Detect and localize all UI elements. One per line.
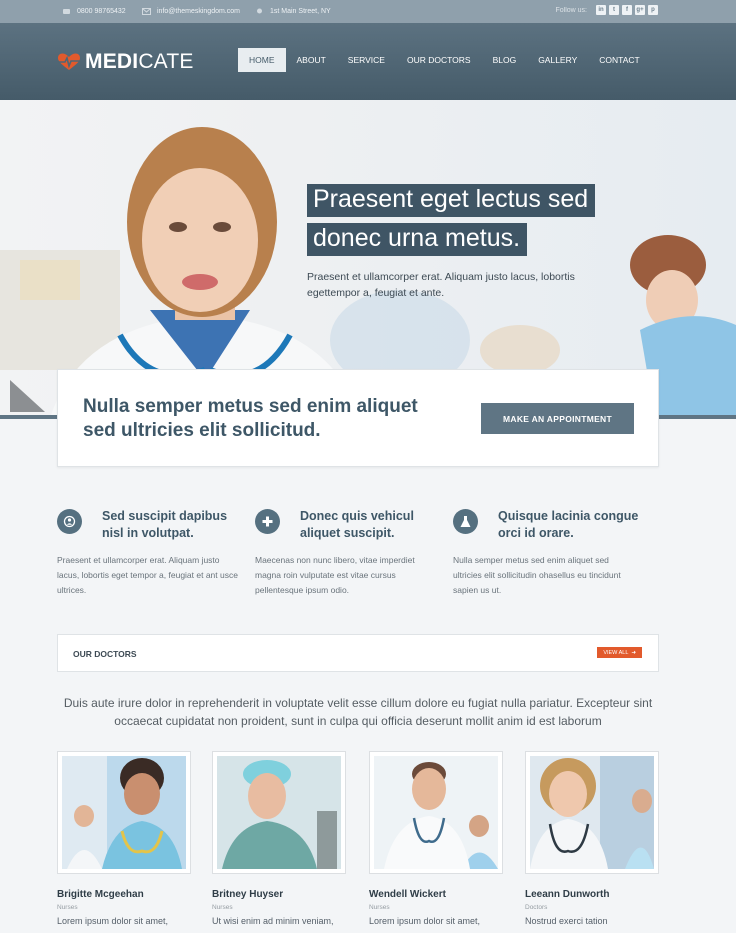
user-icon — [57, 509, 82, 534]
doctor-card[interactable]: Wendell Wickert Nurses Lorem ipsum dolor… — [369, 751, 503, 926]
social-links: Follow us: in t f g+ p — [555, 5, 658, 15]
doctor-role: Nurses — [57, 904, 78, 911]
doctor-photo — [530, 756, 654, 869]
doctor-photo — [374, 756, 498, 869]
nav-home[interactable]: HOME — [238, 48, 286, 72]
feature-text: Maecenas non nunc libero, vitae imperdie… — [255, 555, 415, 595]
doctor-description: Lorem ipsum dolor sit amet, — [369, 916, 481, 926]
doctor-photo-frame — [57, 751, 191, 874]
linkedin-icon[interactable]: in — [596, 5, 606, 15]
appointment-box: Nulla semper metus sed enim aliquet sed … — [57, 369, 659, 467]
appointment-text: Nulla semper metus sed enim aliquet sed … — [83, 396, 418, 441]
feature-title: Donec quis vehicul aliquet suscipit. — [300, 509, 414, 540]
feature-title: Sed suscipit dapibus nisl in volutpat. — [102, 509, 228, 540]
googleplus-icon[interactable]: g+ — [635, 5, 645, 15]
address-info: 1st Main Street, NY — [255, 8, 331, 15]
phone-icon — [62, 8, 71, 15]
flask-icon — [453, 509, 478, 534]
hero-title: Praesent eget lectus sed donec urna metu… — [307, 184, 596, 262]
section-title: OUR DOCTORS — [73, 649, 137, 659]
site-logo[interactable]: MEDICATE — [57, 50, 194, 74]
nav-our-doctors[interactable]: OUR DOCTORS — [396, 48, 482, 72]
nav-service[interactable]: SERVICE — [337, 48, 396, 72]
doctor-description: Ut wisi enim ad minim veniam, — [212, 916, 334, 926]
logo-text: MEDICATE — [85, 50, 194, 73]
nav-contact[interactable]: CONTACT — [588, 48, 650, 72]
address-text: 1st Main Street, NY — [270, 8, 331, 15]
email-link[interactable]: info@themeskingdom.com — [157, 8, 240, 15]
doctor-role: Nurses — [369, 904, 390, 911]
doctor-photo-frame — [525, 751, 659, 874]
doctor-role: Nurses — [212, 904, 233, 911]
view-all-button[interactable]: VIEW ALL ➜ — [597, 647, 642, 658]
view-all-label: VIEW ALL — [603, 649, 629, 656]
make-appointment-button[interactable]: MAKE AN APPOINTMENT — [481, 403, 634, 434]
email-info[interactable]: info@themeskingdom.com — [142, 8, 240, 15]
doctor-name[interactable]: Wendell Wickert — [369, 889, 503, 900]
doctor-photo — [62, 756, 186, 869]
pinterest-icon[interactable]: p — [648, 5, 658, 15]
follow-label: Follow us: — [555, 6, 587, 14]
doctor-photo-frame — [212, 751, 346, 874]
phone-info: 0800 98765432 — [62, 8, 126, 15]
doctors-intro: Duis aute irure dolor in reprehenderit i… — [63, 696, 653, 728]
feature-title: Quisque lacinia congue orci id orare. — [498, 509, 639, 540]
feature-text: Praesent et ullamcorper erat. Aliquam ju… — [57, 555, 238, 595]
doctor-card[interactable]: Leeann Dunworth Doctors Nostrud exerci t… — [525, 751, 659, 926]
doctor-name[interactable]: Leeann Dunworth — [525, 889, 659, 900]
doctor-description: Nostrud exerci tation — [525, 916, 608, 926]
twitter-icon[interactable]: t — [609, 5, 619, 15]
doctor-name[interactable]: Britney Huyser — [212, 889, 346, 900]
top-info-bar: 0800 98765432 info@themeskingdom.com 1st… — [0, 0, 736, 23]
our-doctors-bar: OUR DOCTORS VIEW ALL ➜ — [57, 634, 659, 672]
plus-icon — [255, 509, 280, 534]
facebook-icon[interactable]: f — [622, 5, 632, 15]
hero-title-line1: Praesent eget lectus sed — [307, 184, 596, 217]
arrow-right-icon: ➜ — [631, 649, 636, 656]
mail-icon — [142, 8, 151, 15]
nav-blog[interactable]: BLOG — [482, 48, 528, 72]
feature-text: Nulla semper metus sed enim aliquet sed … — [453, 555, 621, 595]
doctor-photo-frame — [369, 751, 503, 874]
heart-pulse-icon — [58, 53, 80, 70]
nav-gallery[interactable]: GALLERY — [527, 48, 588, 72]
hero-title-line2: donec urna metus. — [307, 223, 528, 256]
doctor-card[interactable]: Britney Huyser Nurses Ut wisi enim ad mi… — [212, 751, 346, 926]
main-nav: HOME ABOUT SERVICE OUR DOCTORS BLOG GALL… — [238, 48, 651, 72]
doctor-description: Lorem ipsum dolor sit amet, — [57, 916, 169, 926]
nav-about[interactable]: ABOUT — [286, 48, 337, 72]
doctor-name[interactable]: Brigitte Mcgeehan — [57, 889, 191, 900]
doctor-photo — [217, 756, 341, 869]
phone-number: 0800 98765432 — [77, 8, 126, 15]
location-icon — [255, 8, 264, 15]
doctor-role: Doctors — [525, 904, 548, 911]
hero-text: Praesent et ullamcorper erat. Aliquam ju… — [307, 271, 575, 299]
site-header: MEDICATE HOME ABOUT SERVICE OUR DOCTORS … — [0, 23, 736, 100]
doctor-card[interactable]: Brigitte Mcgeehan Nurses Lorem ipsum dol… — [57, 751, 191, 926]
